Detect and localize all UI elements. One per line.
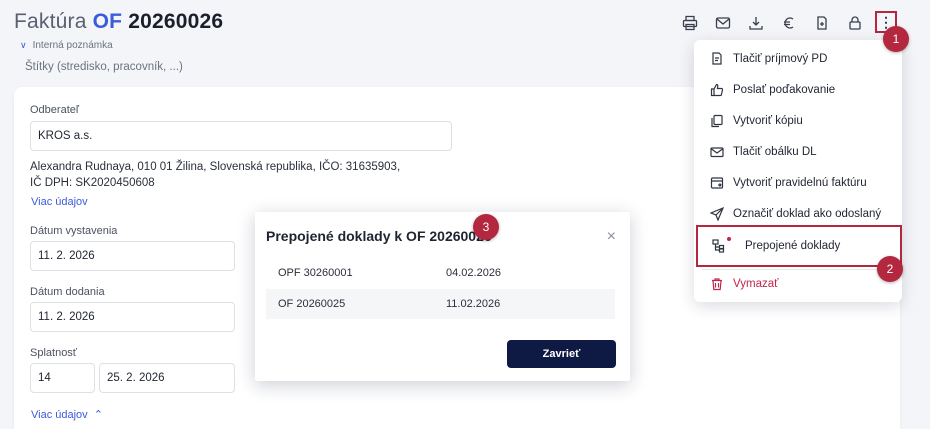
- close-icon[interactable]: ×: [607, 228, 616, 246]
- due-days-field[interactable]: 14: [30, 363, 95, 393]
- printer-icon[interactable]: [678, 11, 702, 35]
- doc-number[interactable]: OF 20260025: [278, 298, 345, 310]
- menu-item-label: Vytvoriť pravidelnú faktúru: [733, 176, 867, 189]
- recurring-invoice-icon: [710, 176, 724, 190]
- linked-documents-dialog: Prepojené doklady k OF 20260026 × OPF 30…: [255, 212, 630, 381]
- menu-item-linked-documents[interactable]: Prepojené doklady: [696, 225, 902, 267]
- dialog-title: Prepojené doklady k OF 20260026: [266, 228, 492, 244]
- page-title: Faktúra OF 20260026: [14, 10, 223, 34]
- internal-note-toggle[interactable]: ∨ Interná poznámka: [20, 40, 113, 51]
- menu-item-label: Prepojené doklady: [745, 240, 841, 252]
- address-line-1: Alexandra Rudnaya, 010 01 Žilina, Sloven…: [30, 161, 401, 173]
- menu-item-send-thanks[interactable]: Poslať poďakovanie: [694, 74, 902, 105]
- internal-note-label: Interná poznámka: [32, 40, 113, 51]
- chevron-down-icon: ∨: [20, 40, 27, 50]
- due-label: Splatnosť: [30, 347, 77, 359]
- trash-icon: [710, 277, 724, 291]
- due-date-field[interactable]: 25. 2. 2026: [99, 363, 235, 393]
- receipt-print-icon: [710, 51, 724, 66]
- menu-item-print-envelope[interactable]: Tlačiť obálku DL: [694, 136, 902, 167]
- delivery-date-label: Dátum dodania: [30, 286, 105, 298]
- customer-label: Odberateľ: [30, 104, 80, 116]
- menu-item-label: Vytvoriť kópiu: [733, 114, 803, 127]
- delivery-date-field[interactable]: 11. 2. 2026: [30, 302, 235, 332]
- notification-dot: [727, 237, 731, 241]
- menu-item-label: Vymazať: [733, 277, 779, 290]
- menu-item-create-copy[interactable]: Vytvoriť kópiu: [694, 105, 902, 136]
- tags-input[interactable]: Štítky (stredisko, pracovník, ...): [25, 61, 183, 73]
- doc-date: 11.02.2026: [446, 298, 501, 310]
- address-line-2: IČ DPH: SK2020450608: [30, 177, 155, 189]
- customer-field[interactable]: KROS a.s.: [30, 121, 452, 151]
- menu-item-label: Tlačiť príjmový PD: [733, 52, 828, 65]
- envelope-print-icon: [710, 145, 724, 159]
- title-prefix: Faktúra: [14, 10, 87, 33]
- send-icon: [710, 206, 724, 221]
- doc-date: 04.02.2026: [446, 267, 502, 279]
- menu-item-print-receipt[interactable]: Tlačiť príjmový PD: [694, 43, 902, 74]
- copy-document-icon: [710, 114, 724, 128]
- menu-item-label: Tlačiť obálku DL: [733, 145, 817, 158]
- convert-icon[interactable]: [810, 11, 834, 35]
- issue-date-label: Dátum vystavenia: [30, 225, 118, 237]
- table-row[interactable]: OPF 30260001 04.02.2026: [266, 258, 615, 288]
- step-badge-1: 1: [883, 26, 909, 52]
- mail-icon[interactable]: [711, 11, 735, 35]
- lock-icon[interactable]: [843, 11, 867, 35]
- linked-documents-icon: [712, 237, 731, 253]
- more-info-link-2-label: Viac údajov: [31, 409, 88, 421]
- close-button[interactable]: Zavrieť: [507, 340, 616, 368]
- title-doc-type: OF: [92, 10, 123, 33]
- customer-address: Alexandra Rudnaya, 010 01 Žilina, Sloven…: [30, 159, 400, 191]
- menu-item-delete[interactable]: Vymazať: [694, 268, 902, 299]
- more-info-link-2[interactable]: Viac údajov ⌃: [31, 408, 103, 421]
- doc-number[interactable]: OPF 30260001: [278, 267, 353, 279]
- step-badge-3: 3: [473, 214, 499, 240]
- table-row[interactable]: OF 20260025 11.02.2026: [266, 289, 615, 319]
- toolbar: [678, 11, 876, 35]
- euro-icon[interactable]: [777, 11, 801, 35]
- menu-item-label: Označiť doklad ako odoslaný: [733, 207, 882, 220]
- menu-item-recurring-invoice[interactable]: Vytvoriť pravidelnú faktúru: [694, 167, 902, 198]
- title-doc-number: 20260026: [128, 10, 224, 33]
- actions-menu: Tlačiť príjmový PD Poslať poďakovanie Vy…: [694, 40, 902, 302]
- menu-item-label: Poslať poďakovanie: [733, 83, 836, 96]
- more-info-link[interactable]: Viac údajov: [31, 196, 88, 208]
- step-badge-2: 2: [877, 256, 903, 282]
- thumbs-up-icon: [710, 83, 724, 97]
- chevron-up-icon: ⌃: [93, 409, 103, 421]
- download-icon[interactable]: [744, 11, 768, 35]
- issue-date-field[interactable]: 11. 2. 2026: [30, 241, 235, 271]
